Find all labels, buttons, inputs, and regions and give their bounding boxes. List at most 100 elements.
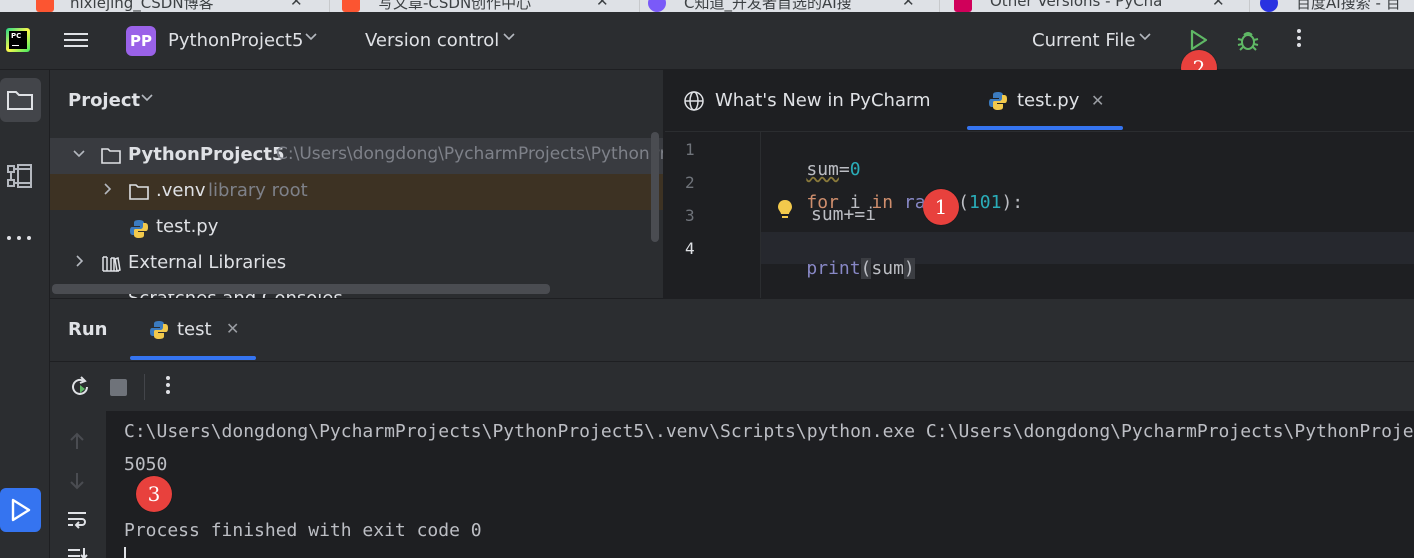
tab-test-py[interactable]: test.py ✕ [967,70,1123,132]
tab-label: test.py [1017,90,1080,111]
project-badge[interactable]: PP [126,26,156,56]
version-control-menu[interactable]: Version control [365,30,499,51]
project-panel: Project PythonProject5 C:\Users\dongdong… [50,70,664,298]
active-tab-indicator [967,126,1123,130]
console-line-exit: Process finished with exit code 0 [124,520,482,541]
more-actions-icon[interactable] [159,373,177,397]
more-tools-icon[interactable] [0,216,40,260]
chevron-right-icon[interactable] [100,182,114,200]
code-editor: What's New in PyCharm test.py ✕ 1 2 3 4 … [665,70,1414,298]
run-window-title: Run [68,319,108,340]
toolbar-divider [144,374,145,400]
folder-icon [7,91,33,110]
run-tool-window: Run test ✕ C:\Users\dongdong\PycharmProj… [50,298,1414,558]
annotation-marker-3: 3 [136,476,172,512]
left-tool-strip [0,70,50,558]
soft-wrap-icon[interactable] [66,509,88,533]
tree-path-hint: C:\Users\dongdong\PycharmProjects\Python… [276,144,664,164]
chevron-down-icon[interactable] [502,29,516,47]
browser-tab-strip: nixiejing_CSDN博客 ✕ 写文章-CSDN创作中心 ✕ C知道_开发… [0,0,1414,12]
close-icon[interactable]: ✕ [1212,0,1225,10]
main-menu-icon[interactable] [64,29,90,51]
browser-tab-csdn-blog[interactable]: nixiejing_CSDN博客 ✕ [0,0,330,12]
rerun-icon[interactable] [68,375,92,403]
tree-label: test.py [156,216,219,237]
lightbulb-icon[interactable] [775,198,795,226]
python-file-icon [148,319,170,345]
project-tool-button[interactable] [0,78,41,122]
tab-label: What's New in PyCharm [715,90,931,111]
browser-tab-title: Other Versions - PyCha [990,0,1163,10]
arrow-up-icon[interactable] [68,431,86,455]
line-number-gutter: 1 2 3 4 [665,132,761,298]
folder-icon [128,182,150,202]
python-file-icon [128,218,150,238]
tree-row-external-libraries[interactable]: External Libraries [50,246,663,282]
tree-label: .venv [156,180,206,201]
browser-tab-title: 百度AI搜索 - 百 [1296,0,1401,12]
editor-tab-bar: What's New in PyCharm test.py ✕ [665,70,1414,132]
tree-row-project-root[interactable]: PythonProject5 C:\Users\dongdong\Pycharm… [50,138,664,174]
line-number: 3 [685,206,695,225]
pycharm-logo-icon: PC [6,28,30,52]
close-icon[interactable]: ✕ [902,0,915,10]
bug-icon [1237,32,1259,51]
chevron-down-icon[interactable] [140,90,154,108]
chevron-down-icon[interactable] [304,29,318,47]
chevron-down-icon[interactable] [1138,29,1152,47]
play-icon [11,498,31,522]
structure-icon [7,164,32,188]
code-line-2[interactable]: for i in range(101): [763,171,1023,234]
tree-row-venv[interactable]: .venv library root [50,174,663,210]
run-configuration-selector[interactable]: Current File [1032,30,1135,51]
stop-icon[interactable] [110,379,127,396]
library-icon [100,254,122,274]
more-actions-icon[interactable] [1290,26,1308,54]
arrow-down-icon[interactable] [68,471,86,495]
line-number: 4 [685,239,695,258]
globe-icon [684,91,704,111]
horizontal-scrollbar[interactable] [52,284,550,294]
tree-label: PythonProject5 [128,144,285,165]
run-tab-test[interactable]: test [177,319,212,340]
code-line-3[interactable]: sum+=i [811,204,876,225]
console-line-output: 5050 [124,454,168,475]
annotation-marker-1: 1 [923,189,959,225]
run-tool-button[interactable] [0,488,41,532]
close-icon[interactable]: ✕ [1091,91,1104,110]
vertical-scrollbar[interactable] [651,132,659,242]
csdn-icon [36,0,54,12]
browser-tab-title: C知道_开发者首选的AI搜 [684,0,852,12]
browser-tab-c-zhidao[interactable]: C知道_开发者首选的AI搜 ✕ [640,0,940,12]
scroll-to-end-icon[interactable] [66,545,88,558]
line-number: 2 [685,173,695,192]
browser-tab-title: 写文章-CSDN创作中心 [378,0,532,12]
active-tab-indicator [130,356,256,360]
tree-label: External Libraries [128,252,287,273]
tree-hint: library root [208,180,308,201]
console-line-command: C:\Users\dongdong\PycharmProjects\Python… [124,421,1414,442]
c-zhidao-icon [648,0,666,12]
structure-tool-button[interactable] [0,154,40,198]
browser-tab-baidu-ai[interactable]: 百度AI搜索 - 百 [1250,0,1414,12]
project-switcher[interactable]: PythonProject5 [168,30,303,51]
line-number: 1 [685,140,695,159]
python-file-icon [989,92,1007,110]
debug-button[interactable] [1234,26,1262,54]
browser-tab-pycharm-versions[interactable]: Other Versions - PyCha ✕ [940,0,1250,12]
csdn-icon [342,0,360,12]
project-panel-title[interactable]: Project [68,90,140,111]
browser-tab-title: nixiejing_CSDN博客 [70,0,214,12]
tree-row-test-file[interactable]: test.py [50,210,663,246]
close-icon[interactable]: ✕ [596,0,609,10]
console-output[interactable]: C:\Users\dongdong\PycharmProjects\Python… [106,411,1414,558]
code-line-4[interactable]: print(sum) [763,237,915,298]
browser-tab-csdn-write[interactable]: 写文章-CSDN创作中心 ✕ [330,0,640,12]
jetbrains-icon [954,0,972,12]
close-icon[interactable]: ✕ [226,319,239,338]
console-caret [124,547,126,558]
run-toolbar [50,361,1414,411]
close-icon[interactable]: ✕ [290,0,303,10]
chevron-right-icon[interactable] [72,254,86,272]
chevron-down-icon[interactable] [72,146,86,164]
